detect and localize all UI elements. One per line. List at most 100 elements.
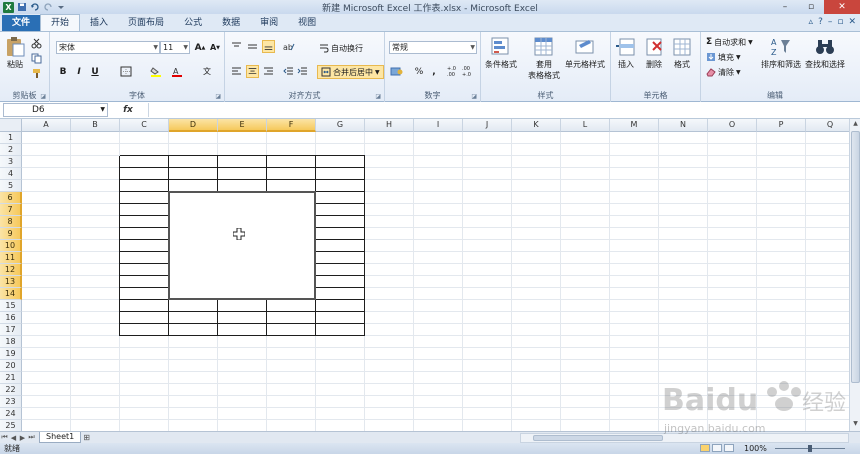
row-header[interactable]: 25 xyxy=(0,420,22,431)
align-top-icon[interactable] xyxy=(231,41,242,52)
row-header[interactable]: 13 xyxy=(0,276,22,288)
font-size-dropdown-icon[interactable]: ▼ xyxy=(183,42,188,53)
format-painter-icon[interactable] xyxy=(31,68,42,79)
normal-view-button[interactable] xyxy=(700,444,710,452)
column-header[interactable]: H xyxy=(365,119,414,132)
row-header[interactable]: 4 xyxy=(0,168,22,180)
row-header[interactable]: 6 xyxy=(0,192,22,204)
comma-button[interactable]: , xyxy=(427,65,441,78)
customize-qat-icon[interactable] xyxy=(56,2,66,12)
maximize-button[interactable]: ▫ xyxy=(798,0,824,14)
row-header[interactable]: 23 xyxy=(0,396,22,408)
fill-button[interactable]: 填充 ▼ xyxy=(706,51,741,63)
autosum-button[interactable]: Σ 自动求和 ▼ xyxy=(706,36,753,48)
number-format-combo[interactable]: 常规 ▼ xyxy=(389,41,477,54)
accounting-format-icon[interactable] xyxy=(390,66,404,77)
sort-filter-button[interactable]: AZ 排序和筛选 xyxy=(761,36,801,70)
column-header[interactable]: K xyxy=(512,119,561,132)
shrink-font-button[interactable]: A ▼ xyxy=(208,41,222,54)
minimize-button[interactable]: – xyxy=(772,0,798,14)
decrease-decimal-button[interactable]: .00 +.0 xyxy=(462,65,476,78)
align-left-icon[interactable] xyxy=(231,66,242,77)
number-format-dropdown-icon[interactable]: ▼ xyxy=(470,42,475,53)
row-header[interactable]: 16 xyxy=(0,312,22,324)
tab-review[interactable]: 审阅 xyxy=(250,15,288,31)
column-header[interactable]: J xyxy=(463,119,512,132)
row-header[interactable]: 11 xyxy=(0,252,22,264)
format-as-table-button[interactable]: 套用 表格格式 xyxy=(528,36,560,81)
row-header[interactable]: 24 xyxy=(0,408,22,420)
next-sheet-icon[interactable]: ▶ xyxy=(18,434,27,442)
prev-sheet-icon[interactable]: ◀ xyxy=(9,434,18,442)
horizontal-scroll-thumb[interactable] xyxy=(533,435,663,441)
tab-home[interactable]: 开始 xyxy=(40,14,81,31)
page-layout-view-button[interactable] xyxy=(712,444,722,452)
column-header[interactable]: F xyxy=(267,119,316,132)
zoom-slider-knob[interactable] xyxy=(808,445,812,452)
format-cells-button[interactable]: 格式 xyxy=(671,36,693,70)
tab-data[interactable]: 数据 xyxy=(212,15,250,31)
row-header[interactable]: 12 xyxy=(0,264,22,276)
row-header[interactable]: 17 xyxy=(0,324,22,336)
clear-button[interactable]: 清除 ▼ xyxy=(706,66,741,78)
column-header[interactable]: E xyxy=(218,119,267,132)
scroll-up-icon[interactable]: ▲ xyxy=(851,120,860,130)
column-header[interactable]: O xyxy=(708,119,757,132)
conditional-format-button[interactable]: 条件格式 xyxy=(485,36,517,70)
decrease-indent-icon[interactable] xyxy=(283,66,294,77)
find-select-button[interactable]: 查找和选择 xyxy=(805,36,845,70)
align-middle-icon[interactable] xyxy=(247,41,258,52)
merge-center-button[interactable]: 合并后居中 ▼ xyxy=(317,65,384,79)
name-box-dropdown-icon[interactable]: ▼ xyxy=(100,104,105,116)
align-right-icon[interactable] xyxy=(263,66,274,77)
row-header[interactable]: 15 xyxy=(0,300,22,312)
cell-styles-button[interactable]: 单元格样式 xyxy=(565,36,605,70)
column-header[interactable]: B xyxy=(71,119,120,132)
help-icon[interactable]: ? xyxy=(818,17,823,27)
font-name-dropdown-icon[interactable]: ▼ xyxy=(153,42,158,53)
clear-dropdown-icon[interactable]: ▼ xyxy=(736,69,741,76)
wrap-text-button[interactable]: 自动换行 xyxy=(319,42,363,54)
merge-dropdown-icon[interactable]: ▼ xyxy=(375,69,380,76)
insert-sheet-icon[interactable]: ⊞ xyxy=(83,433,97,443)
row-header[interactable]: 10 xyxy=(0,240,22,252)
page-break-view-button[interactable] xyxy=(724,444,734,452)
italic-button[interactable]: I xyxy=(72,65,86,78)
row-header[interactable]: 9 xyxy=(0,228,22,240)
row-header[interactable]: 20 xyxy=(0,360,22,372)
row-header[interactable]: 7 xyxy=(0,204,22,216)
tab-formulas[interactable]: 公式 xyxy=(174,15,212,31)
fill-color-icon[interactable] xyxy=(150,66,162,77)
fill-dropdown-icon[interactable]: ▼ xyxy=(736,54,741,61)
select-all-corner[interactable] xyxy=(0,119,22,132)
align-bottom-icon[interactable] xyxy=(262,40,275,53)
column-header[interactable]: C xyxy=(120,119,169,132)
bold-button[interactable]: B xyxy=(56,65,70,78)
tab-page-layout[interactable]: 页面布局 xyxy=(118,15,174,31)
row-header[interactable]: 3 xyxy=(0,156,22,168)
column-header[interactable]: Q xyxy=(806,119,849,132)
insert-function-button[interactable]: fx xyxy=(108,105,148,115)
doc-close-button[interactable]: ✕ xyxy=(848,17,856,27)
borders-icon[interactable] xyxy=(120,66,132,77)
redo-icon[interactable] xyxy=(43,2,53,12)
insert-cells-button[interactable]: 插入 xyxy=(615,36,637,70)
font-name-combo[interactable]: 宋体 ▼ xyxy=(56,41,160,54)
close-button[interactable]: ✕ xyxy=(824,0,860,14)
font-color-icon[interactable]: A xyxy=(171,66,183,77)
row-header[interactable]: 19 xyxy=(0,348,22,360)
row-header[interactable]: 14 xyxy=(0,288,22,300)
number-launcher-icon[interactable]: ◪ xyxy=(471,93,477,100)
scroll-down-icon[interactable]: ▼ xyxy=(851,420,860,430)
save-icon[interactable] xyxy=(17,2,27,12)
column-header[interactable]: D xyxy=(169,119,218,132)
tab-file[interactable]: 文件 xyxy=(2,15,41,31)
increase-decimal-button[interactable]: +.0 .00 xyxy=(447,65,461,78)
formula-input[interactable] xyxy=(148,103,860,117)
sheet-tab[interactable]: Sheet1 xyxy=(39,432,82,443)
cut-icon[interactable] xyxy=(31,38,42,49)
undo-icon[interactable] xyxy=(30,2,40,12)
column-header[interactable]: P xyxy=(757,119,806,132)
underline-button[interactable]: U xyxy=(88,65,102,78)
column-header[interactable]: G xyxy=(316,119,365,132)
